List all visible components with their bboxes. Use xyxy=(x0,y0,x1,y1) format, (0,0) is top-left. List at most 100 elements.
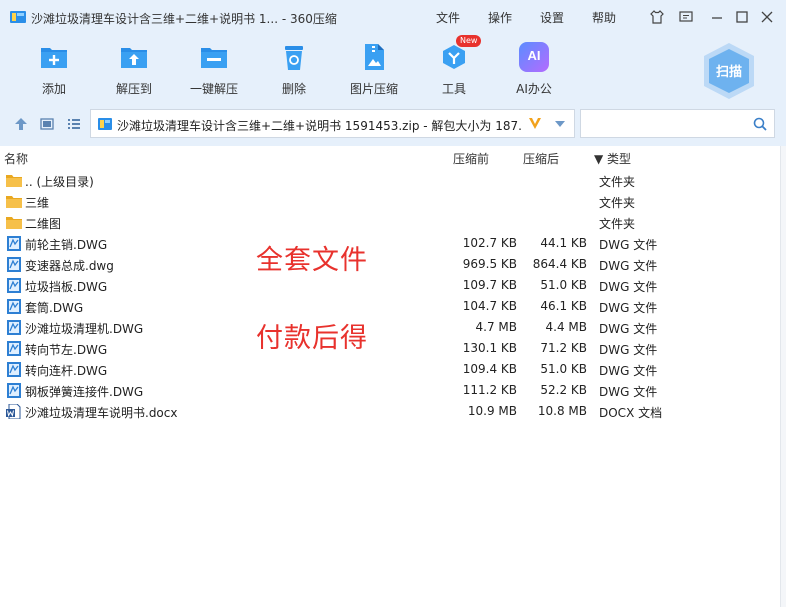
thumbnail-view-icon[interactable] xyxy=(39,116,55,132)
zip-archive-icon xyxy=(98,118,112,130)
dwg-file-icon xyxy=(7,320,21,335)
file-size-uncompressed: 46.1 KB xyxy=(540,299,587,313)
close-icon[interactable] xyxy=(759,9,775,25)
image-compress-label: 图片压缩 xyxy=(349,82,398,96)
delete-label: 删除 xyxy=(281,82,306,96)
delete-button[interactable]: 删除 xyxy=(263,40,325,98)
ai-office-icon: AI xyxy=(519,42,549,72)
extract-to-label: 解压到 xyxy=(115,82,152,96)
add-label: 添加 xyxy=(41,82,66,96)
file-size-uncompressed: 51.0 KB xyxy=(540,278,587,292)
file-row[interactable]: 沙滩垃圾清理机.DWG 4.7 MB 4.4 MB DWG 文件 xyxy=(0,317,780,338)
extract-to-button[interactable]: 解压到 xyxy=(103,40,165,98)
file-size-uncompressed: 71.2 KB xyxy=(540,341,587,355)
file-size-compressed: 109.4 KB xyxy=(462,362,517,376)
file-size-uncompressed: 44.1 KB xyxy=(540,236,587,250)
file-name: 套筒.DWG xyxy=(25,301,84,315)
file-row[interactable]: 转向连杆.DWG 109.4 KB 51.0 KB DWG 文件 xyxy=(0,359,780,380)
column-type[interactable]: ▼ 类型 xyxy=(594,150,631,167)
file-size-compressed: 111.2 KB xyxy=(462,383,517,397)
vertical-scrollbar[interactable] xyxy=(780,146,786,607)
dwg-file-icon xyxy=(7,341,21,356)
file-name: .. (上级目录) xyxy=(25,175,94,189)
image-compress-icon xyxy=(365,44,384,70)
image-compress-button[interactable]: 图片压缩 xyxy=(343,40,405,98)
chevron-down-icon[interactable] xyxy=(554,120,566,128)
file-name: 前轮主销.DWG xyxy=(25,238,108,252)
app-icon xyxy=(10,11,26,23)
scan-button[interactable]: 扫描 xyxy=(698,40,760,102)
feedback-icon[interactable] xyxy=(678,9,694,25)
promo-text-full-set: 全套文件 xyxy=(256,245,368,276)
file-type: 文件夹 xyxy=(599,217,636,231)
archive-path: 沙滩垃圾清理车设计含三维+二维+说明书 1591453.zip - 解包大小为 … xyxy=(117,119,521,133)
tools-label: 工具 xyxy=(441,82,466,96)
menu-settings[interactable]: 设置 xyxy=(540,9,564,26)
menu-help[interactable]: 帮助 xyxy=(592,9,616,26)
file-size-compressed: 104.7 KB xyxy=(462,299,517,313)
address-bar[interactable]: 沙滩垃圾清理车设计含三维+二维+说明书 1591453.zip - 解包大小为 … xyxy=(90,109,575,138)
file-size-compressed: 10.9 MB xyxy=(467,404,517,418)
list-view-icon[interactable] xyxy=(66,116,82,132)
search-input[interactable] xyxy=(585,114,745,133)
file-type: DWG 文件 xyxy=(599,238,658,252)
up-level-icon[interactable] xyxy=(13,116,29,132)
file-name: 沙滩垃圾清理机.DWG xyxy=(25,322,144,336)
promo-text-pay: 付款后得 xyxy=(256,323,368,354)
menu-file[interactable]: 文件 xyxy=(436,9,460,26)
file-size-uncompressed: 10.8 MB xyxy=(537,404,587,418)
file-row[interactable]: 沙滩垃圾清理车说明书.docx 10.9 MB 10.8 MB DOCX 文档 xyxy=(0,401,780,422)
ai-office-button[interactable]: AI AI办公 xyxy=(503,40,565,98)
folder-icon xyxy=(6,217,22,229)
menu-operation[interactable]: 操作 xyxy=(488,9,512,26)
folder-icon xyxy=(6,196,22,208)
file-type: 文件夹 xyxy=(599,175,636,189)
file-row[interactable]: 三维 文件夹 xyxy=(0,191,780,212)
window-title: 沙滩垃圾清理车设计含三维+二维+说明书 1... - 360压缩 xyxy=(31,12,337,26)
file-row[interactable]: 转向节左.DWG 130.1 KB 71.2 KB DWG 文件 xyxy=(0,338,780,359)
column-compressed[interactable]: 压缩前 xyxy=(453,150,489,167)
column-name[interactable]: 名称 xyxy=(4,150,28,167)
file-row[interactable]: 二维图 文件夹 xyxy=(0,212,780,233)
file-name: 钢板弹簧连接件.DWG xyxy=(25,385,144,399)
minimize-icon[interactable] xyxy=(709,9,725,25)
ai-office-glyph: AI xyxy=(527,48,541,63)
dwg-file-icon xyxy=(7,362,21,377)
delete-icon xyxy=(285,46,303,70)
one-click-extract-label: 一键解压 xyxy=(189,82,238,96)
checkmark-icon xyxy=(529,118,541,129)
file-row[interactable]: 变速器总成.dwg 969.5 KB 864.4 KB DWG 文件 xyxy=(0,254,780,275)
file-row[interactable]: 垃圾挡板.DWG 109.7 KB 51.0 KB DWG 文件 xyxy=(0,275,780,296)
file-row[interactable]: .. (上级目录) 文件夹 xyxy=(0,170,780,191)
scan-label: 扫描 xyxy=(715,65,742,80)
new-badge: New xyxy=(456,35,482,47)
file-type: DWG 文件 xyxy=(599,280,658,294)
file-row[interactable]: 套筒.DWG 104.7 KB 46.1 KB DWG 文件 xyxy=(0,296,780,317)
file-size-compressed: 102.7 KB xyxy=(462,236,517,250)
file-size-compressed: 969.5 KB xyxy=(462,257,517,271)
search-field[interactable] xyxy=(580,109,775,138)
dwg-file-icon xyxy=(7,236,21,251)
file-row[interactable]: 前轮主销.DWG 102.7 KB 44.1 KB DWG 文件 xyxy=(0,233,780,254)
file-size-compressed: 130.1 KB xyxy=(462,341,517,355)
file-name: 变速器总成.dwg xyxy=(25,259,114,273)
one-click-extract-icon xyxy=(201,48,227,68)
file-row[interactable]: 钢板弹簧连接件.DWG 111.2 KB 52.2 KB DWG 文件 xyxy=(0,380,780,401)
search-icon[interactable] xyxy=(752,116,768,132)
add-button[interactable]: 添加 xyxy=(23,40,85,98)
file-name: 沙滩垃圾清理车说明书.docx xyxy=(25,406,178,420)
file-type: DWG 文件 xyxy=(599,322,658,336)
skin-icon[interactable] xyxy=(649,9,665,25)
file-type: DWG 文件 xyxy=(599,301,658,315)
tools-button[interactable]: New 工具 xyxy=(423,35,485,98)
column-uncompressed[interactable]: 压缩后 xyxy=(523,150,559,167)
folder-icon xyxy=(6,175,22,187)
docx-file-icon xyxy=(6,404,21,419)
ai-office-label: AI办公 xyxy=(516,82,552,96)
maximize-icon[interactable] xyxy=(734,9,750,25)
column-header: 名称 压缩前 压缩后 ▼ 类型 xyxy=(0,146,786,168)
one-click-extract-button[interactable]: 一键解压 xyxy=(183,40,245,98)
extract-to-icon xyxy=(121,48,147,68)
file-type: DWG 文件 xyxy=(599,259,658,273)
dwg-file-icon xyxy=(7,299,21,314)
